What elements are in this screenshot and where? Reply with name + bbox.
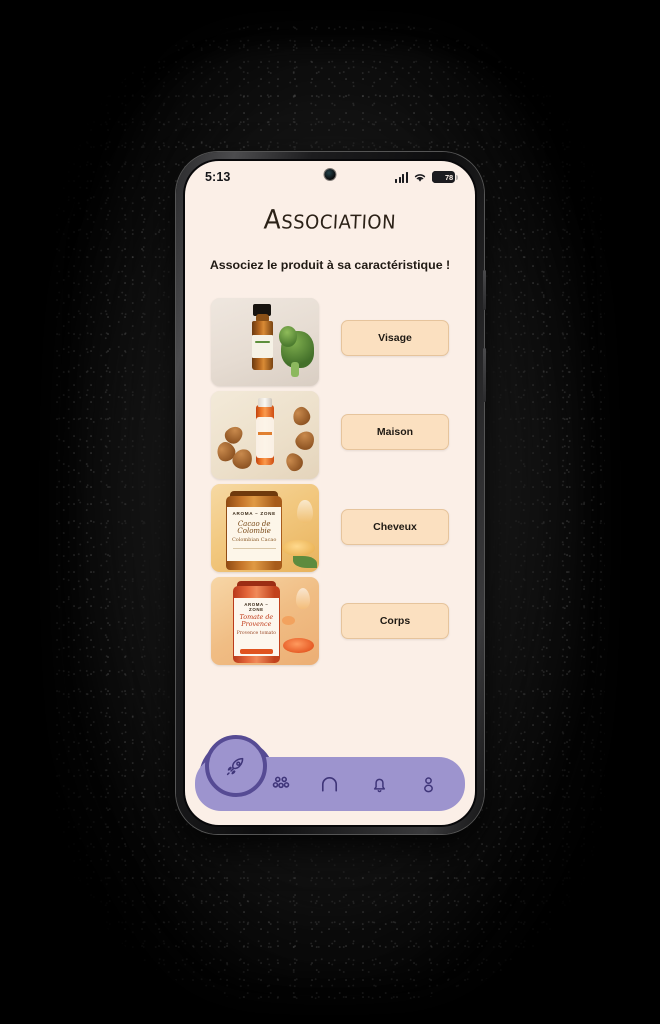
product-3-name-fr: Cacao de Colombie [237,520,271,536]
status-indicators: 78 [395,171,458,183]
oil-drop-icon [297,499,313,523]
product-3-label: AROMA – ZONE Cacao de Colombie Colombian… [227,506,282,562]
answer-button-cheveux[interactable]: Cheveux [341,508,449,545]
product-4-label: AROMA – ZONE Tomate de Provence Provence… [233,598,280,657]
bottom-navigation [185,733,475,825]
wifi-icon [414,173,426,182]
rocket-icon [226,757,244,776]
answer-button-visage[interactable]: Visage [341,320,449,356]
battery-icon: 78 [432,171,458,183]
answer-button-column: Visage Maison Cheveux Corps [329,298,449,665]
front-camera-punch-hole [324,169,336,180]
oil-pool-icon [283,637,314,653]
signal-bars-icon [395,171,408,183]
phone-device-frame: 5:13 78 Association Associez le produit … [176,152,486,834]
answer-button-corps[interactable]: Corps [341,602,449,639]
screenshot-stage: 5:13 78 Association Associez le produit … [0,0,660,1024]
matching-game-area: AROMA – ZONE Cacao de Colombie Colombian… [199,298,461,665]
status-time: 5:13 [205,170,231,184]
product-4-brand: AROMA – ZONE [244,601,269,612]
product-card-3[interactable]: AROMA – ZONE Cacao de Colombie Colombian… [211,484,319,572]
answer-button-maison[interactable]: Maison [341,414,449,451]
group-icon [272,776,290,789]
screen-content: Association Associez le produit à sa car… [185,204,475,665]
phone-screen: 5:13 78 Association Associez le produit … [185,161,475,825]
bell-icon [373,778,385,792]
page-subtitle: Associez le produit à sa caractéristique… [209,258,451,272]
nav-item-bell[interactable] [362,767,396,801]
product-image-column: AROMA – ZONE Cacao de Colombie Colombian… [211,298,319,665]
product-4-name-en: Provence tomato [236,630,277,636]
home-icon [322,776,338,792]
product-4-badge [240,648,273,654]
status-bar: 5:13 78 [185,161,475,193]
product-2-label [256,417,274,458]
battery-percent: 78 [445,172,453,182]
power-button[interactable] [483,348,486,402]
nav-item-group[interactable] [264,767,298,801]
product-1-label [252,334,273,358]
product-3-brand: AROMA – ZONE [232,511,276,517]
product-4-name-fr: Tomate de Provence [239,613,274,629]
nav-item-home[interactable] [313,767,347,801]
product-2-cap [257,398,272,407]
nav-item-profile[interactable] [411,767,445,801]
oil-pool-icon [282,540,315,557]
profile-icon [423,776,433,792]
phone-bezel: 5:13 78 Association Associez le produit … [183,159,477,827]
product-3-divider [232,548,276,550]
nav-item-rocket[interactable] [205,735,267,797]
product-card-2[interactable] [211,391,319,479]
volume-button[interactable] [483,270,486,310]
product-card-1[interactable] [211,298,319,386]
product-3-name-en: Colombian Cacao [231,537,277,544]
product-card-4[interactable]: AROMA – ZONE Tomate de Provence Provence… [211,577,319,665]
page-title: Association [263,204,397,235]
